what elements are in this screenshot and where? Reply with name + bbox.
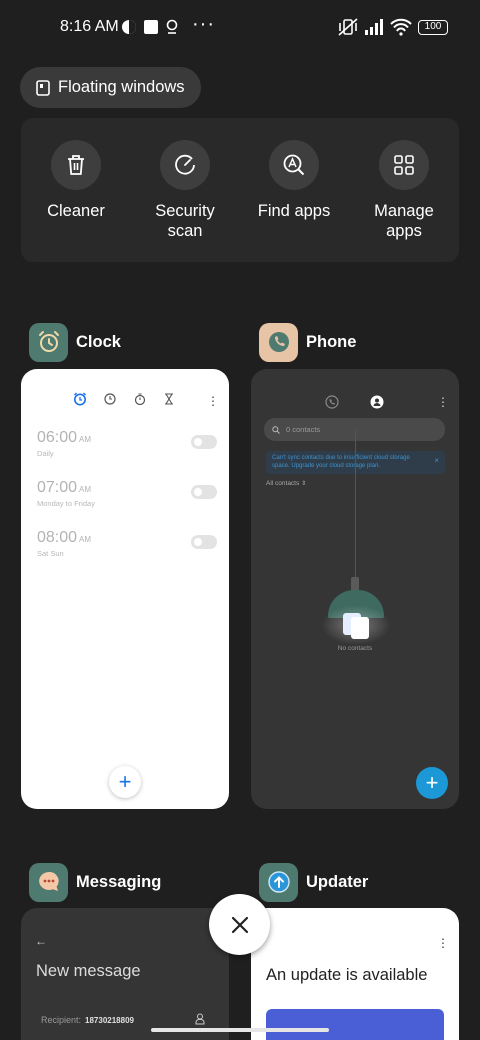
- home-indicator[interactable]: [151, 1028, 329, 1032]
- contacts-search-input[interactable]: 0 contacts: [264, 418, 445, 441]
- cleaner-button[interactable]: Cleaner: [21, 140, 131, 221]
- manage-apps-button[interactable]: Manage apps: [349, 140, 459, 241]
- chevron-updown-icon: ⇕: [301, 481, 307, 487]
- phone-app-card[interactable]: ⋮ 0 contacts Can't sync contacts due to …: [251, 369, 459, 809]
- wifi-icon: [390, 18, 412, 36]
- alarm-tab-icon[interactable]: [73, 392, 87, 406]
- alarm-ampm: AM: [79, 485, 92, 494]
- updater-app-icon: [259, 862, 298, 902]
- contacts-search-placeholder: 0 contacts: [286, 425, 321, 434]
- alarm-row[interactable]: 06:00 AM Daily: [37, 429, 217, 469]
- floating-windows-button[interactable]: Floating windows: [20, 67, 201, 108]
- messaging-app-name: Messaging: [76, 872, 162, 891]
- alarm-repeat: Sat Sun: [37, 549, 64, 558]
- phone-app-icon: [259, 322, 298, 362]
- updater-app-card[interactable]: ⋮ An update is available: [251, 908, 459, 1040]
- banner-close-icon[interactable]: ×: [434, 457, 439, 465]
- recents-tab-icon[interactable]: [325, 395, 339, 409]
- clock-app-name: Clock: [76, 332, 121, 351]
- update-banner-image: [266, 1009, 444, 1040]
- updater-app-header: Updater: [259, 862, 368, 902]
- contacts-filter-label: All contacts: [266, 480, 300, 487]
- alarm-ampm: AM: [79, 435, 92, 444]
- add-alarm-plus: +: [118, 769, 132, 794]
- floating-window-icon: [36, 79, 50, 96]
- close-all-button[interactable]: [209, 894, 270, 955]
- add-contact-plus: +: [425, 770, 439, 795]
- recipient-field[interactable]: Recipient: 18730218809: [41, 1015, 134, 1025]
- status-time: 8:16 AM: [60, 18, 119, 35]
- notification-square-icon: [144, 20, 158, 34]
- alarm-repeat: Monday to Friday: [37, 499, 95, 508]
- find-apps-label: Find apps: [257, 202, 331, 220]
- floating-windows-label: Floating windows: [58, 78, 185, 96]
- close-icon: [231, 916, 248, 933]
- chat-bubble-icon: [38, 871, 59, 891]
- vibrate-off-icon: [338, 18, 358, 36]
- alarm-row[interactable]: 07:00 AM Monday to Friday: [37, 479, 217, 519]
- cloud-sync-warning-text: Can't sync contacts due to insufficient …: [272, 455, 410, 469]
- messaging-app-icon: [29, 862, 68, 902]
- status-bar: 8:16 AM ··· 100: [0, 0, 480, 56]
- contacts-filter-dropdown[interactable]: All contacts ⇕: [266, 480, 306, 487]
- security-scan-button[interactable]: Security scan: [130, 140, 240, 241]
- battery-level: 100: [424, 21, 442, 32]
- update-available-title: An update is available: [266, 966, 428, 984]
- back-arrow-icon[interactable]: ←: [35, 934, 47, 948]
- quick-tools-panel: Cleaner Security scan Find apps Manage a…: [21, 118, 459, 262]
- clock-app-icon: [29, 322, 68, 362]
- find-apps-button[interactable]: Find apps: [239, 140, 349, 221]
- phone-app-header: Phone: [259, 322, 356, 362]
- status-more: ···: [192, 13, 215, 35]
- messaging-app-card[interactable]: ← New message Recipient: 18730218809: [21, 908, 229, 1040]
- updater-app-name: Updater: [306, 872, 369, 891]
- clock-app-card[interactable]: ⋮ 06:00 AM Daily 07:00 AM Monday to Friday…: [21, 369, 229, 809]
- contact-picker-icon[interactable]: [195, 1013, 205, 1025]
- timer-tab-icon[interactable]: [164, 393, 174, 405]
- no-contacts-label: No contacts: [337, 645, 373, 652]
- signal-icon: [365, 19, 383, 35]
- alarm-toggle[interactable]: [191, 485, 217, 499]
- find-apps-icon: [283, 154, 305, 176]
- security-scan-label: Security scan: [155, 202, 215, 240]
- security-scan-icon: [175, 154, 195, 175]
- clock-more-icon[interactable]: ⋮: [207, 394, 219, 408]
- alarm-toggle[interactable]: [191, 435, 217, 449]
- alarm-time: 06:00: [37, 429, 78, 446]
- add-alarm-button[interactable]: +: [109, 766, 141, 798]
- alarm-row[interactable]: 08:00 AM Sat Sun: [37, 529, 217, 569]
- stopwatch-tab-icon[interactable]: [134, 393, 146, 405]
- phone-app-name: Phone: [306, 332, 357, 351]
- empty-state-illustration: [251, 369, 459, 669]
- alarm-clock-icon: [38, 331, 59, 352]
- clock-app-header: Clock: [29, 322, 121, 362]
- cloud-sync-warning-banner[interactable]: Can't sync contacts due to insufficient …: [266, 451, 445, 474]
- contacts-tab-icon[interactable]: [370, 395, 384, 409]
- phone-handset-icon: [268, 332, 289, 352]
- manage-apps-label: Manage apps: [374, 202, 434, 240]
- grid-icon: [394, 155, 414, 175]
- updater-more-icon[interactable]: ⋮: [437, 936, 449, 950]
- trash-icon: [68, 155, 84, 175]
- location-icon: [166, 19, 178, 34]
- cleaner-label: Cleaner: [47, 202, 105, 220]
- alarm-repeat: Daily: [37, 449, 54, 458]
- vpn-icon: [122, 20, 136, 34]
- battery-icon: 100: [418, 20, 448, 35]
- search-icon: [272, 425, 280, 434]
- recipient-value: 18730218809: [85, 1016, 134, 1025]
- new-message-title: New message: [36, 962, 141, 980]
- phone-more-icon[interactable]: ⋮: [437, 395, 449, 409]
- alarm-ampm: AM: [79, 535, 92, 544]
- world-clock-tab-icon[interactable]: [104, 393, 116, 405]
- messaging-app-header: Messaging: [29, 862, 161, 902]
- add-contact-button[interactable]: +: [416, 767, 448, 799]
- alarm-time: 08:00: [37, 529, 78, 546]
- recipient-label: Recipient:: [41, 1015, 82, 1025]
- alarm-toggle[interactable]: [191, 535, 217, 549]
- alarm-time: 07:00: [37, 479, 78, 496]
- update-arrow-icon: [267, 871, 290, 893]
